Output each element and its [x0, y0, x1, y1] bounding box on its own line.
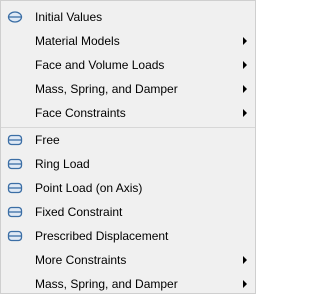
menu-item-label: Face and Volume Loads: [35, 58, 165, 72]
menu-item-label: Prescribed Displacement: [35, 229, 169, 243]
menu-item-prescribed-displacement[interactable]: Prescribed Displacement: [1, 224, 255, 248]
menu-item-mass-spring-damper-top[interactable]: Mass, Spring, and Damper: [1, 77, 255, 101]
menu-item-label: Ring Load: [35, 157, 90, 171]
menu-item-label: Initial Values: [35, 10, 103, 24]
boundary-free-icon: [7, 132, 23, 148]
boundary-prescribed-displacement-icon: [7, 228, 23, 244]
menu-item-mass-spring-damper-bottom[interactable]: Mass, Spring, and Damper: [1, 272, 255, 294]
menu-item-initial-values[interactable]: Initial Values: [1, 5, 255, 29]
submenu-arrow-icon: [243, 61, 247, 69]
initial-values-icon: [7, 9, 23, 25]
submenu-arrow-icon: [243, 37, 247, 45]
menu-item-ring-load[interactable]: Ring Load: [1, 152, 255, 176]
submenu-arrow-icon: [243, 85, 247, 93]
menu-item-label: Mass, Spring, and Damper: [35, 82, 178, 96]
menu-item-more-constraints[interactable]: More Constraints: [1, 248, 255, 272]
menu-item-label: Fixed Constraint: [35, 205, 123, 219]
menu-item-material-models[interactable]: Material Models: [1, 29, 255, 53]
submenu-arrow-icon: [243, 256, 247, 264]
boundary-point-load-icon: [7, 180, 23, 196]
menu-item-point-load-on-axis[interactable]: Point Load (on Axis): [1, 176, 255, 200]
menu-item-free[interactable]: Free: [1, 128, 255, 152]
menu-item-label: Point Load (on Axis): [35, 181, 143, 195]
menu-item-fixed-constraint[interactable]: Fixed Constraint: [1, 200, 255, 224]
menu-item-label: Free: [35, 133, 60, 147]
menu-item-label: Mass, Spring, and Damper: [35, 277, 178, 291]
menu-item-face-constraints[interactable]: Face Constraints: [1, 101, 255, 125]
submenu-arrow-icon: [243, 109, 247, 117]
menu-item-face-and-volume-loads[interactable]: Face and Volume Loads: [1, 53, 255, 77]
menu-item-label: Material Models: [35, 34, 120, 48]
boundary-fixed-constraint-icon: [7, 204, 23, 220]
context-menu: Initial Values Material Models Face and …: [0, 0, 256, 294]
menu-item-label: Face Constraints: [35, 106, 126, 120]
submenu-arrow-icon: [243, 280, 247, 288]
menu-item-label: More Constraints: [35, 253, 127, 267]
boundary-ring-load-icon: [7, 156, 23, 172]
